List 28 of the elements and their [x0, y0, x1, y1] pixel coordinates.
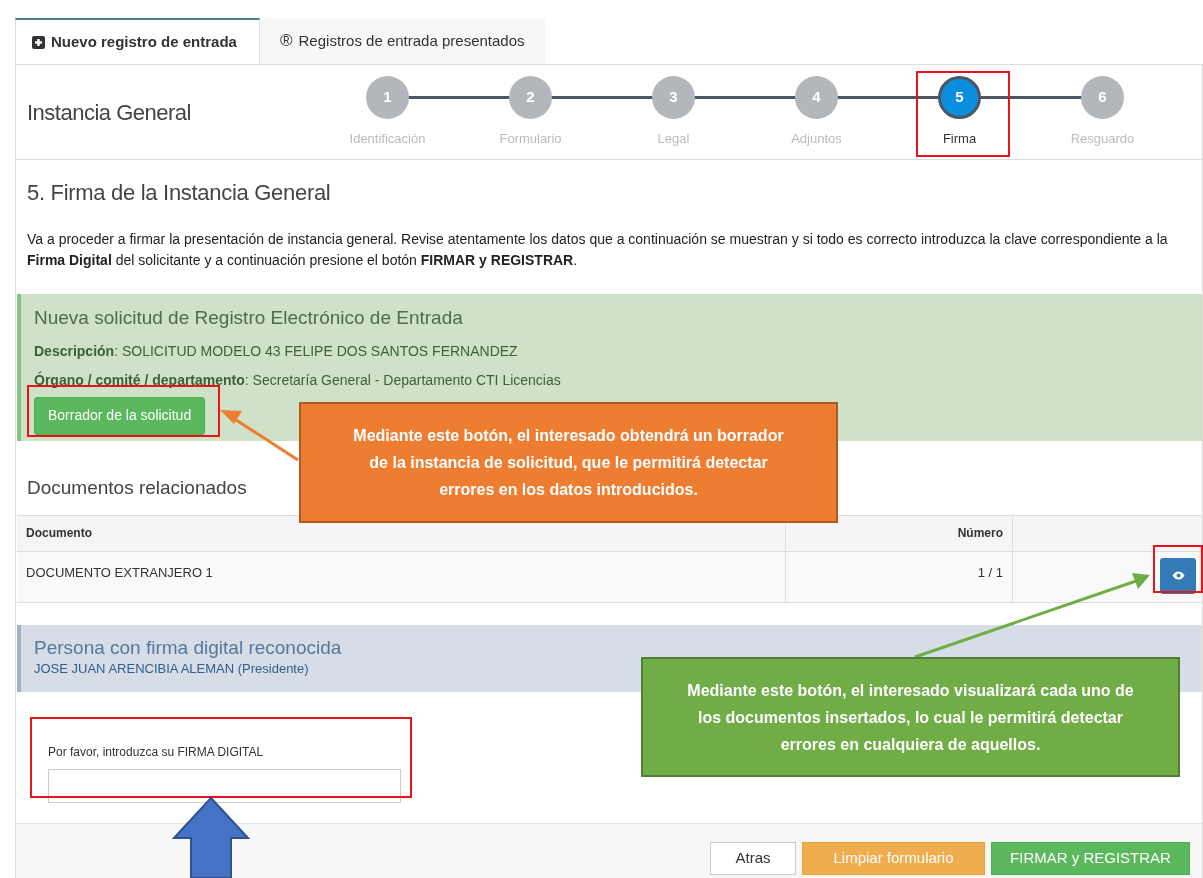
step-label: Adjuntos	[791, 129, 842, 148]
step-label: Formulario	[499, 129, 562, 148]
callout: Mediante este botón, el interesado obtendrá un borrador de la instancia de solicitud, que le permitirá detectar errores en los datos introducidos.	[299, 402, 838, 523]
page-title: Instancia General	[26, 98, 192, 127]
documents-title: Documentos relacionados	[27, 476, 247, 500]
panel-title: Nueva solicitud de Registro Electrónico de Entrada	[34, 306, 464, 330]
detail-text: Órgano / comité / departamento: Secretaría General - Departamento CTI Licencias	[34, 370, 562, 390]
view-button[interactable]	[1160, 557, 1196, 594]
plus-square-icon	[32, 35, 45, 49]
table-cell: 1 / 1	[786, 551, 1013, 602]
footer-button[interactable]: Atras	[710, 841, 796, 875]
step-label: Legal	[657, 129, 690, 148]
step-label: Firma	[942, 129, 977, 148]
section-title: 5. Firma de la Instancia General	[27, 179, 332, 207]
tab[interactable]: ® Registros de entrada presentados	[260, 18, 545, 64]
table-cell: DOCUMENTO EXTRANJERO 1	[17, 551, 786, 602]
signer-name: JOSE JUAN ARENCIBIA ALEMAN (Presidente)	[34, 659, 310, 678]
step-label: Resguardo	[1070, 129, 1135, 148]
highlight-frame	[1153, 545, 1203, 593]
panel-title: Persona con firma digital reconocida	[34, 636, 343, 659]
detail-text: Descripción: SOLICITUD MODELO 43 FELIPE DOS SANTOS FERNANDEZ	[34, 341, 519, 361]
tab[interactable]: Nuevo registro de entrada	[15, 18, 260, 64]
intro-text: Va a proceder a firmar la presentación de instancia general. Revise atentamente los datos que a continuación se muestran y si todo es correcto introduzca la clave correspondiente a la Firma Digital del solicitante y a continuación presione el botón FIRMAR y REGISTRAR.	[27, 230, 1169, 270]
callout: Mediante este botón, el interesado visualizará cada uno de los documentos insertados, lo cual le permitirá detectar errores en cualquiera de aquellos.	[641, 657, 1180, 777]
step-label: Identificación	[349, 129, 426, 148]
eye-icon	[1171, 571, 1185, 580]
field-label: Por favor, introduzca su FIRMA DIGITAL	[48, 743, 264, 761]
signature-field[interactable]	[48, 768, 401, 803]
